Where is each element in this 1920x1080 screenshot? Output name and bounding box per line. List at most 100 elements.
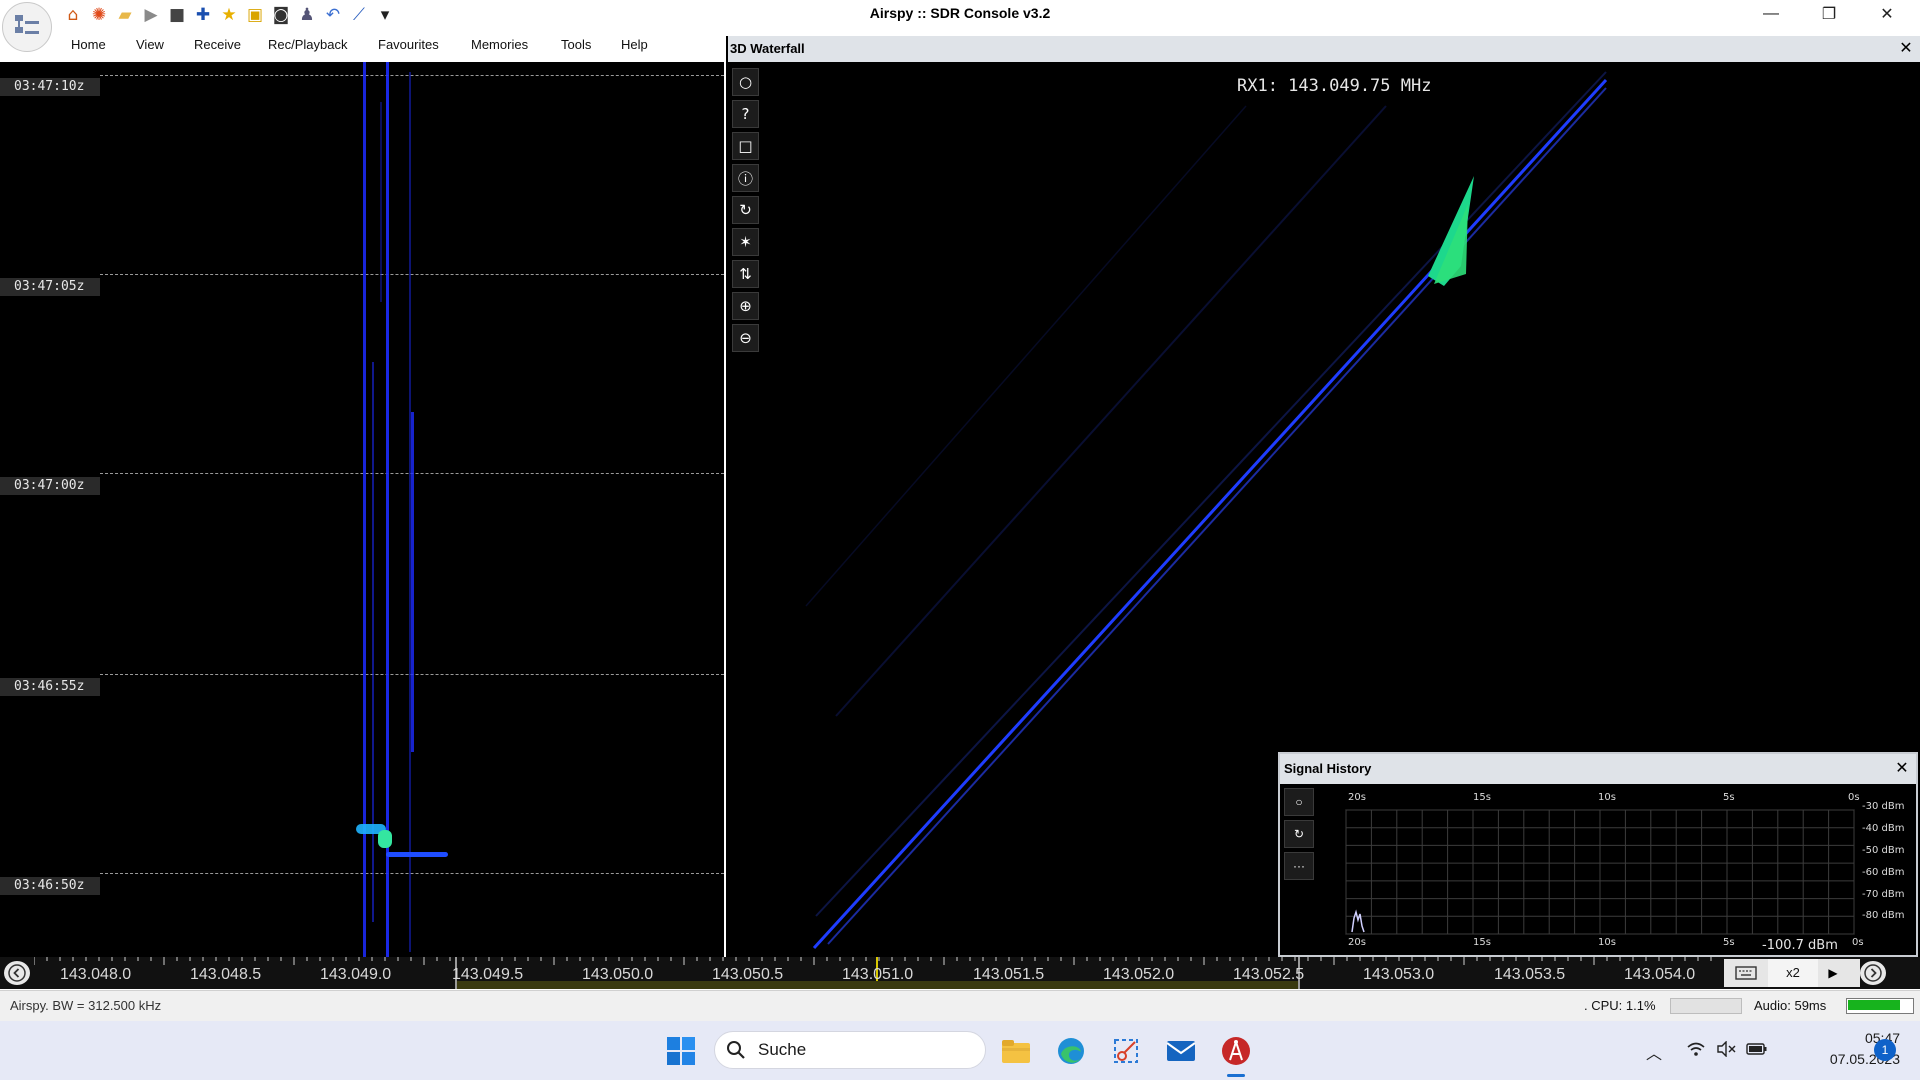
menu-help[interactable]: Help: [621, 30, 648, 60]
wifi-icon[interactable]: [1686, 1041, 1706, 1062]
signal-history-y-label: -40 dBm: [1862, 823, 1905, 834]
asterisk-icon[interactable]: ✶: [732, 228, 759, 256]
menu-view[interactable]: View: [136, 30, 164, 60]
qat-dropdown-icon[interactable]: ▾: [374, 4, 396, 26]
chevron-right-circle-icon: [1864, 964, 1882, 982]
signal-history-close-button[interactable]: ✕: [1892, 754, 1912, 784]
help-icon[interactable]: ?: [732, 100, 759, 128]
file-explorer-icon[interactable]: [998, 1033, 1034, 1069]
signal-trace: [372, 362, 374, 922]
signal-history-x-label-bottom: 0s: [1852, 937, 1864, 948]
signal-history-y-label: -50 dBm: [1862, 845, 1905, 856]
signal-history-x-label: 0s: [1848, 792, 1860, 803]
mail-icon[interactable]: [1163, 1033, 1199, 1069]
signal-burst: [378, 830, 392, 848]
camera-icon[interactable]: ◙: [270, 4, 292, 26]
audio-meter-fill: [1848, 1000, 1900, 1010]
active-app-indicator: [1227, 1074, 1245, 1077]
snipping-tool-icon[interactable]: [1108, 1033, 1144, 1069]
zoom-out-icon[interactable]: ⊖: [732, 324, 759, 352]
frequency-label: 143.050.0: [582, 966, 654, 983]
frequency-label: 143.053.0: [1363, 966, 1435, 983]
frequency-label: 143.048.0: [60, 966, 132, 983]
zoom-in-icon[interactable]: ⊕: [732, 292, 759, 320]
app-logo-icon: [15, 15, 39, 34]
info-icon[interactable]: ⓘ: [732, 164, 759, 192]
waterfall-3d-close-button[interactable]: ✕: [1896, 36, 1916, 62]
time-gridline: [100, 75, 724, 76]
sdr-console-taskbar-icon[interactable]: [1218, 1033, 1254, 1069]
signal-history-y-label: -70 dBm: [1862, 889, 1905, 900]
frequency-label: 143.049.0: [320, 966, 392, 983]
signal-history-y-label: -30 dBm: [1862, 801, 1905, 812]
stop-icon[interactable]: ■: [166, 4, 188, 26]
time-gridline: [100, 274, 724, 275]
show-hidden-icons-chevron-icon[interactable]: ︿: [1646, 1040, 1662, 1064]
audio-status: Audio: 59ms: [1754, 998, 1827, 1013]
timestamp-label: 03:46:50z: [0, 877, 100, 895]
timestamp-label: 03:47:00z: [0, 477, 100, 495]
circle-mode-icon[interactable]: ○: [732, 68, 759, 96]
play-icon[interactable]: ▶: [140, 4, 162, 26]
signal-trace: [411, 412, 414, 752]
menu-memories[interactable]: Memories: [471, 30, 528, 60]
cpu-meter: [1670, 998, 1742, 1014]
timestamp-label: 03:47:05z: [0, 278, 100, 296]
restore-button[interactable]: ❐: [1800, 0, 1858, 28]
star-icon[interactable]: ★: [218, 4, 240, 26]
app-menu-button[interactable]: [2, 2, 52, 52]
waterfall-display[interactable]: 03:47:10z 03:47:05z 03:47:00z 03:46:55z …: [0, 62, 724, 957]
scale-controls: x2 ▶: [1724, 959, 1860, 987]
battery-icon[interactable]: [1746, 1041, 1768, 1062]
signal-history-x-label-bottom: 10s: [1598, 937, 1616, 948]
frequency-label: 143.054.0: [1624, 966, 1696, 983]
frequency-label: 143.049.5: [452, 966, 524, 983]
undo-icon[interactable]: ↶: [322, 4, 344, 26]
spectrum-icon[interactable]: ⟋: [348, 4, 370, 26]
lock-icon[interactable]: ▣: [244, 4, 266, 26]
start-button[interactable]: [663, 1033, 699, 1069]
device-bandwidth-status: Airspy. BW = 312.500 kHz: [10, 998, 162, 1013]
waterfall-3d-header: [728, 36, 1920, 62]
refresh-icon[interactable]: ↻: [1284, 820, 1314, 848]
waterfall-3d-title: 3D Waterfall: [730, 41, 805, 56]
search-icon: [726, 1040, 746, 1065]
zoom-level[interactable]: x2: [1768, 959, 1818, 987]
rx-frequency-label: RX1: 143.049.75 MHz: [1237, 76, 1432, 96]
menu-tools[interactable]: Tools: [561, 30, 591, 60]
taskbar-search[interactable]: [714, 1031, 986, 1069]
lifebuoy-icon[interactable]: ✺: [88, 4, 110, 26]
menu-home[interactable]: Home: [71, 30, 106, 60]
notification-badge[interactable]: 1: [1874, 1039, 1896, 1061]
minimize-button[interactable]: —: [1742, 0, 1800, 28]
menu-rec-playback[interactable]: Rec/Playback: [268, 30, 347, 60]
frequency-label: 143.053.5: [1494, 966, 1566, 983]
signal-level-readout: -100.7 dBm: [1762, 938, 1838, 953]
more-icon[interactable]: ···: [1284, 852, 1314, 880]
zoom-next-icon[interactable]: ▶: [1818, 959, 1848, 987]
swap-vertical-icon[interactable]: ⇅: [732, 260, 759, 288]
square-mode-icon[interactable]: □: [732, 132, 759, 160]
add-icon[interactable]: ✚: [192, 4, 214, 26]
chevron-left-circle-icon: [8, 964, 26, 982]
scroll-right-button[interactable]: [1860, 961, 1886, 985]
keyboard-icon[interactable]: [1724, 959, 1768, 987]
circle-icon[interactable]: ○: [1284, 788, 1314, 816]
close-button[interactable]: ✕: [1858, 0, 1916, 28]
folder-open-icon[interactable]: ▰: [114, 4, 136, 26]
scroll-left-button[interactable]: [4, 961, 30, 985]
timestamp-label: 03:47:10z: [0, 78, 100, 96]
frequency-label: 143.052.0: [1103, 966, 1175, 983]
signal-history-x-label-bottom: 20s: [1348, 937, 1366, 948]
volume-muted-icon[interactable]: [1716, 1040, 1736, 1062]
user-icon[interactable]: ♟: [296, 4, 318, 26]
menu-receive[interactable]: Receive: [194, 30, 241, 60]
signal-history-header: [1280, 754, 1916, 784]
signal-history-title: Signal History: [1284, 761, 1372, 776]
edge-browser-icon[interactable]: [1053, 1033, 1089, 1069]
search-placeholder: Suche: [758, 1040, 807, 1059]
rotate-icon[interactable]: ↻: [732, 196, 759, 224]
home-icon[interactable]: ⌂: [62, 4, 84, 26]
menu-favourites[interactable]: Favourites: [378, 30, 439, 60]
quick-access-toolbar: ⌂ ✺ ▰ ▶ ■ ✚ ★ ▣ ◙ ♟ ↶ ⟋ ▾: [62, 3, 396, 27]
